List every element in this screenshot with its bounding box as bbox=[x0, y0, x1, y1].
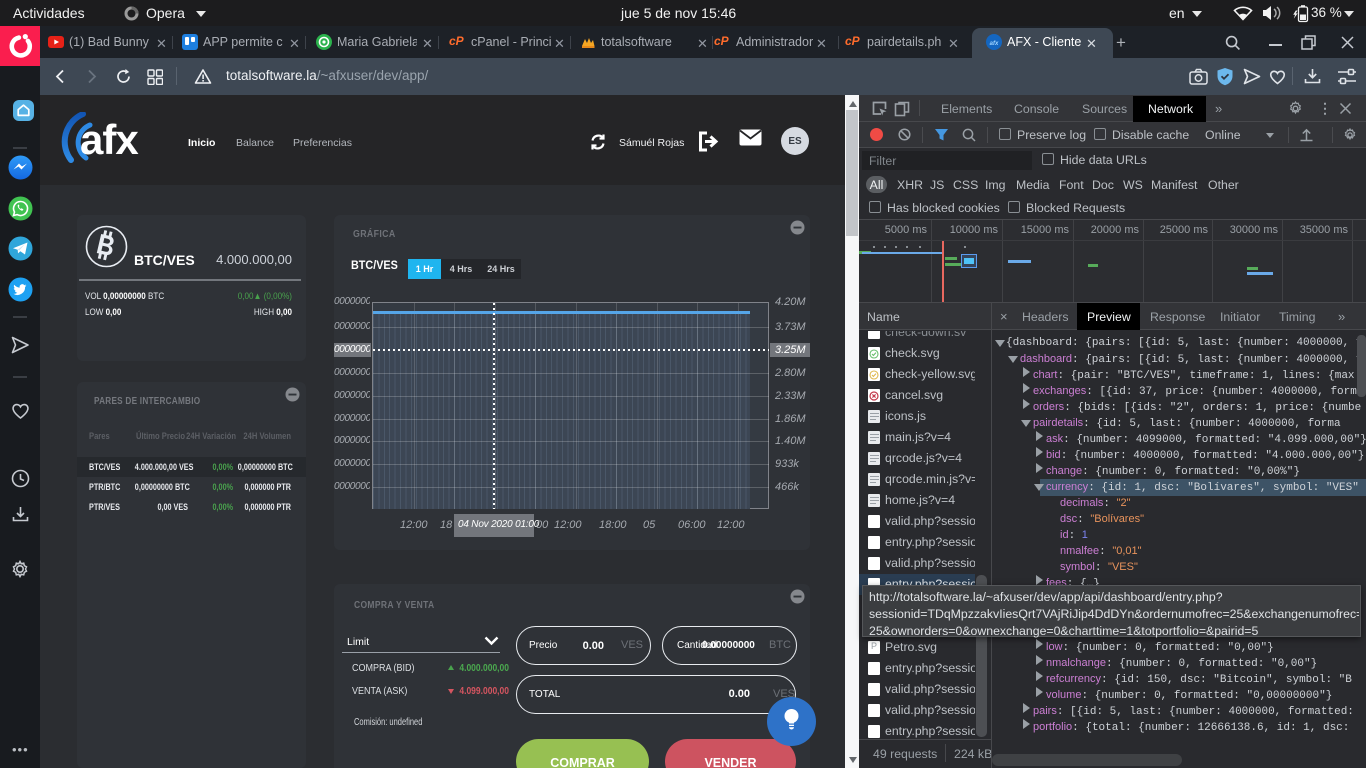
svg-text:afx: afx bbox=[990, 41, 999, 47]
